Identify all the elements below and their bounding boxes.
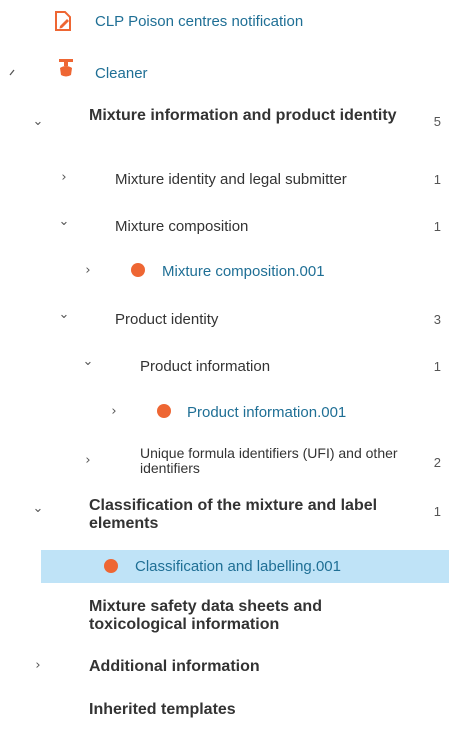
tree-node-safety-data-sheets[interactable]: Mixture safety data sheets and toxicolog… xyxy=(0,597,449,637)
tree-node-count: 1 xyxy=(433,219,441,234)
tree-node-label: Classification of the mixture and label … xyxy=(89,497,378,532)
chevron-right-icon[interactable]: › xyxy=(81,264,95,278)
tree-node-label: Mixture information and product identity xyxy=(89,107,397,124)
tree-node-mixture-composition[interactable]: ⌄ Mixture composition 1 xyxy=(0,215,449,237)
status-dot-icon xyxy=(104,559,118,573)
tree-node-label: Mixture composition xyxy=(115,218,249,235)
tree-node-label: Unique formula identifiers (UFI) and oth… xyxy=(140,445,398,476)
tree-node-product-information-001[interactable]: › Product information.001 xyxy=(0,403,449,423)
tree-node-label: Classification and labelling.001 xyxy=(135,558,341,575)
tree-node-label: Mixture safety data sheets and toxicolog… xyxy=(89,598,322,633)
tree-node-label: Mixture identity and legal submitter xyxy=(115,171,347,188)
tree-node-count: 2 xyxy=(433,455,441,470)
tree-node-mixture-identity[interactable]: › Mixture identity and legal submitter 1 xyxy=(0,170,449,190)
tree-node-label: Mixture composition.001 xyxy=(162,263,325,280)
tree-node-label: Additional information xyxy=(89,658,260,675)
tree-node-mixture-information[interactable]: ⌄ Mixture information and product identi… xyxy=(0,104,449,146)
tree-node-product-identity[interactable]: ⌄ Product identity 3 xyxy=(0,308,449,330)
tree-node-label: Product information.001 xyxy=(187,404,347,421)
tree-node-product-information[interactable]: ⌄ Product information 1 xyxy=(0,355,449,377)
tree-node-classification[interactable]: ⌄ Classification of the mixture and labe… xyxy=(0,497,449,537)
tree-node-count: 1 xyxy=(433,359,441,374)
tree-root-label: CLP Poison centres notification xyxy=(95,13,304,30)
spray-bottle-icon xyxy=(55,58,77,82)
edit-document-icon xyxy=(52,10,74,32)
chevron-right-icon[interactable]: › xyxy=(57,171,71,185)
chevron-down-icon[interactable]: ⌄ xyxy=(81,355,95,369)
tree-dossier-label: Cleaner xyxy=(95,65,148,82)
tree-node-inherited-templates[interactable]: Inherited templates xyxy=(0,700,449,722)
chevron-down-icon[interactable]: ⌄ xyxy=(57,308,71,322)
tree-node-mixture-composition-001[interactable]: › Mixture composition.001 xyxy=(0,262,449,282)
chevron-right-icon[interactable]: › xyxy=(31,659,45,673)
tree-node-label: Inherited templates xyxy=(89,701,236,718)
tree-node-classification-labelling-001[interactable]: Classification and labelling.001 xyxy=(41,550,449,583)
tick-mark-icon xyxy=(9,64,17,76)
tree-dossier[interactable]: Cleaner xyxy=(0,58,449,86)
tree-node-label: Product identity xyxy=(115,311,219,328)
tree-node-count: 1 xyxy=(433,172,441,187)
tree-node-count: 1 xyxy=(433,504,441,519)
status-dot-icon xyxy=(157,404,171,418)
tree-node-unique-formula-identifiers[interactable]: › Unique formula identifiers (UFI) and o… xyxy=(0,446,449,480)
chevron-right-icon[interactable]: › xyxy=(107,405,121,419)
tree-node-count: 5 xyxy=(433,114,441,129)
status-dot-icon xyxy=(131,263,145,277)
chevron-down-icon[interactable]: ⌄ xyxy=(57,215,71,229)
chevron-down-icon[interactable]: ⌄ xyxy=(31,115,45,129)
tree-node-count: 3 xyxy=(433,312,441,327)
tree-node-additional-information[interactable]: › Additional information xyxy=(0,657,449,679)
chevron-right-icon[interactable]: › xyxy=(81,454,95,468)
chevron-down-icon[interactable]: ⌄ xyxy=(31,502,45,516)
tree-root[interactable]: CLP Poison centres notification xyxy=(0,8,449,34)
tree-node-label: Product information xyxy=(140,358,271,375)
